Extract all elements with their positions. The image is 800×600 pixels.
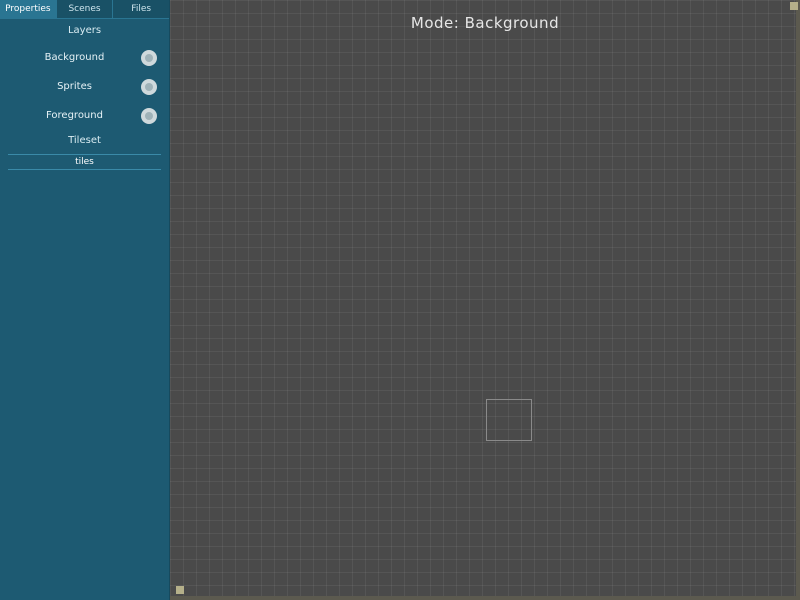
corner-handle-bottom-left[interactable] [176,586,184,594]
layer-row-foreground[interactable]: Foreground [0,101,169,130]
layer-label: Sprites [57,81,92,92]
mode-title: Mode: Background [410,14,560,32]
layer-row-sprites[interactable]: Sprites [0,72,169,101]
canvas-border-bottom [170,596,800,600]
canvas-border-right [796,0,800,600]
toggle-icon[interactable] [141,107,157,124]
selection-cursor[interactable] [486,399,532,441]
tileset-heading: Tileset [68,135,101,146]
layer-label: Background [44,52,105,63]
toggle-icon[interactable] [141,78,157,95]
tab-files[interactable]: Files [113,0,169,18]
toggle-knob [145,82,153,91]
sidebar: Properties Scenes Files Layers Backgroun… [0,0,170,600]
editor-canvas[interactable]: Mode: Background [170,0,800,600]
layer-row-background[interactable]: Background [0,43,169,72]
toggle-icon[interactable] [141,49,157,66]
editor-window: Properties Scenes Files Layers Backgroun… [0,0,800,600]
corner-handle-top-right[interactable] [790,2,798,10]
tab-properties[interactable]: Properties [0,0,57,18]
tileset-field[interactable]: tiles [8,154,161,170]
sidebar-tabs: Properties Scenes Files [0,0,169,19]
tab-scenes[interactable]: Scenes [57,0,114,18]
layers-heading: Layers [67,25,102,36]
toggle-knob [145,111,153,120]
toggle-knob [145,53,153,62]
layer-label: Foreground [46,110,103,121]
